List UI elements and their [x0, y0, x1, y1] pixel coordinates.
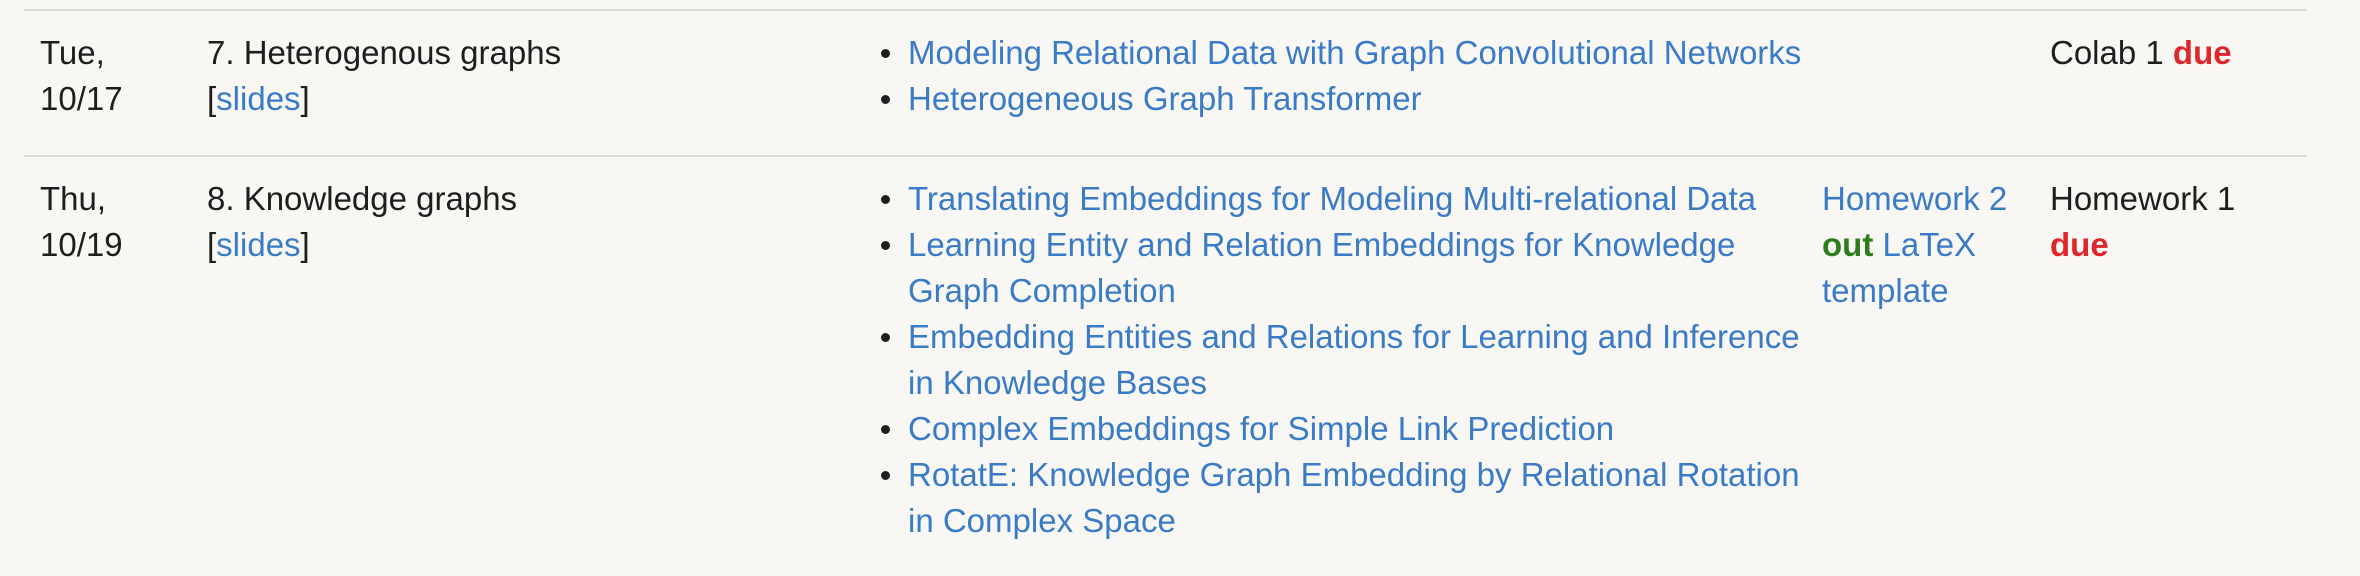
- due-column: Colab 1 due: [2050, 30, 2290, 155]
- date-day: 10/19: [40, 226, 123, 263]
- slides-link-wrapper: [slides]: [207, 80, 310, 117]
- list-item: Modeling Relational Data with Graph Conv…: [881, 30, 1822, 76]
- reading-link[interactable]: Learning Entity and Relation Embeddings …: [908, 226, 1735, 309]
- list-item: Embedding Entities and Relations for Lea…: [881, 314, 1822, 406]
- lecture-topic: 7. Heterogenous graphs [slides]: [207, 30, 869, 155]
- topic-title: 7. Heterogenous graphs: [207, 34, 562, 71]
- readings-column: Modeling Relational Data with Graph Conv…: [869, 30, 1822, 155]
- date-weekday: Thu,: [40, 180, 107, 217]
- list-item: Translating Embeddings for Modeling Mult…: [881, 176, 1822, 222]
- readings-column: Translating Embeddings for Modeling Mult…: [869, 176, 1822, 576]
- topic-title: 8. Knowledge graphs: [207, 180, 518, 217]
- readings-list: Translating Embeddings for Modeling Mult…: [869, 176, 1822, 544]
- reading-link[interactable]: RotatE: Knowledge Graph Embedding by Rel…: [908, 456, 1800, 539]
- slides-link[interactable]: slides: [216, 226, 300, 263]
- schedule-table: Tue, 10/17 7. Heterogenous graphs [slide…: [24, 9, 2307, 576]
- due-item: Homework 1: [2050, 180, 2236, 217]
- due-item: Colab 1: [2050, 34, 2164, 71]
- list-item: RotatE: Knowledge Graph Embedding by Rel…: [881, 452, 1822, 544]
- lecture-date: Thu, 10/19: [24, 176, 207, 576]
- slides-link[interactable]: slides: [216, 80, 300, 117]
- reading-link[interactable]: Complex Embeddings for Simple Link Predi…: [908, 410, 1614, 447]
- date-weekday: Tue,: [40, 34, 105, 71]
- date-day: 10/17: [40, 80, 123, 117]
- homework-column: Homework 2 out LaTeX template: [1822, 176, 2050, 576]
- due-badge: due: [2172, 34, 2232, 71]
- list-item: Heterogeneous Graph Transformer: [881, 76, 1822, 122]
- lecture-topic: 8. Knowledge graphs [slides]: [207, 176, 869, 576]
- due-column: Homework 1 due: [2050, 176, 2290, 576]
- schedule-row: Tue, 10/17 7. Heterogenous graphs [slide…: [24, 11, 2307, 157]
- homework-link[interactable]: Homework 2: [1822, 180, 2007, 217]
- homework-column: [1822, 30, 2050, 155]
- schedule-row: Thu, 10/19 8. Knowledge graphs [slides] …: [24, 157, 2307, 576]
- reading-link[interactable]: Heterogeneous Graph Transformer: [908, 80, 1422, 117]
- reading-link[interactable]: Modeling Relational Data with Graph Conv…: [908, 34, 1801, 71]
- list-item: Learning Entity and Relation Embeddings …: [881, 222, 1822, 314]
- out-badge: out: [1822, 226, 1874, 263]
- due-badge: due: [2050, 226, 2109, 263]
- slides-link-wrapper: [slides]: [207, 226, 310, 263]
- readings-list: Modeling Relational Data with Graph Conv…: [869, 30, 1822, 122]
- list-item: Complex Embeddings for Simple Link Predi…: [881, 406, 1822, 452]
- lecture-date: Tue, 10/17: [24, 30, 207, 155]
- reading-link[interactable]: Translating Embeddings for Modeling Mult…: [908, 180, 1756, 217]
- reading-link[interactable]: Embedding Entities and Relations for Lea…: [908, 318, 1800, 401]
